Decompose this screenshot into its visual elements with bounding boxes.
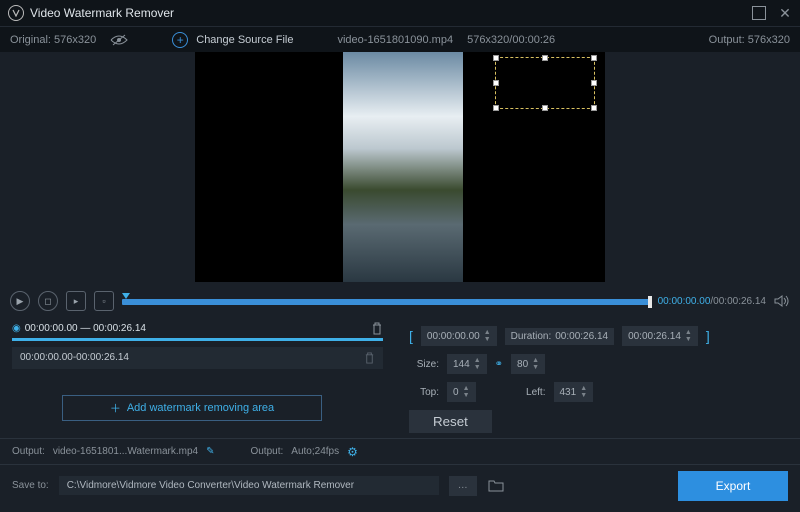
spinner-icon[interactable]: ▲▼ <box>685 329 692 343</box>
settings-gear-icon[interactable]: ⚙ <box>347 445 358 459</box>
browse-path-button[interactable]: … <box>449 476 477 496</box>
stop-button[interactable]: ◻ <box>38 291 58 311</box>
resize-handle[interactable] <box>542 55 548 61</box>
volume-icon[interactable] <box>774 294 790 308</box>
bracket-right-icon[interactable]: ] <box>706 328 710 344</box>
link-aspect-icon[interactable]: ⚭ <box>495 359 503 370</box>
size-label: Size: <box>409 359 439 370</box>
output-file-name: video-1651801...Watermark.mp4 <box>53 446 198 457</box>
segment-item-label: 00:00:00.00-00:00:26.14 <box>20 352 129 364</box>
lower-panel: ◉ 00:00:00.00 — 00:00:26.14 00:00:00.00-… <box>0 316 800 438</box>
app-title: Video Watermark Remover <box>30 6 174 20</box>
output-dim: Output: 576x320 <box>709 34 790 46</box>
playhead-icon[interactable] <box>122 293 130 299</box>
spinner-icon[interactable]: ▲▼ <box>474 357 481 371</box>
change-source-button[interactable]: + Change Source File <box>172 32 293 48</box>
preview-toggle-icon[interactable] <box>110 34 128 46</box>
timeline-end-handle[interactable] <box>648 296 652 308</box>
output-settings-value: Auto;24fps <box>291 446 339 457</box>
original-label: Original: 576x320 <box>10 34 96 46</box>
top-input[interactable]: 0 ▲▼ <box>447 382 476 402</box>
open-folder-icon[interactable] <box>487 477 505 495</box>
source-filename: video-1651801090.mp4 <box>337 34 453 46</box>
resize-handle[interactable] <box>591 80 597 86</box>
step-frame-button[interactable]: ▫ <box>94 291 114 311</box>
height-input[interactable]: 80 ▲▼ <box>511 354 545 374</box>
segment-header: ◉ 00:00:00.00 — 00:00:26.14 <box>12 322 383 335</box>
spinner-icon[interactable]: ▲▼ <box>532 357 539 371</box>
spinner-icon[interactable]: ▲▼ <box>580 385 587 399</box>
left-input[interactable]: 431 ▲▼ <box>554 382 594 402</box>
droplet-icon: ◉ <box>12 323 21 334</box>
resize-handle[interactable] <box>493 80 499 86</box>
add-watermark-area-button[interactable]: ＋ Add watermark removing area <box>62 395 322 421</box>
export-button[interactable]: Export <box>678 471 788 501</box>
close-button[interactable]: ✕ <box>778 6 792 20</box>
reset-button[interactable]: Reset <box>409 410 492 433</box>
app-logo-icon <box>8 5 24 21</box>
timeline-slider[interactable] <box>122 294 650 308</box>
output-settings-label: Output: <box>250 446 283 457</box>
window-controls: ✕ <box>752 6 792 20</box>
resize-handle[interactable] <box>591 105 597 111</box>
resize-handle[interactable] <box>542 105 548 111</box>
source-meta: 576x320/00:00:26 <box>467 34 555 46</box>
output-file-label: Output: <box>12 446 45 457</box>
left-label: Left: <box>516 387 546 398</box>
spinner-icon[interactable]: ▲▼ <box>463 385 470 399</box>
video-canvas[interactable] <box>195 52 605 282</box>
save-to-label: Save to: <box>12 480 49 491</box>
duration-input[interactable]: Duration:00:00:26.14 <box>505 328 614 345</box>
delete-segment-icon[interactable] <box>371 322 383 335</box>
titlebar: Video Watermark Remover ✕ <box>0 0 800 26</box>
resize-handle[interactable] <box>493 105 499 111</box>
watermark-selection-box[interactable] <box>495 57 595 109</box>
save-path-input[interactable]: C:\Vidmore\Vidmore Video Converter\Video… <box>59 476 439 495</box>
segment-item[interactable]: 00:00:00.00-00:00:26.14 <box>12 347 383 369</box>
video-frame <box>343 52 463 282</box>
playback-time: 00:00:00.00/00:00:26.14 <box>658 296 766 307</box>
edit-filename-icon[interactable]: ✎ <box>206 446 214 457</box>
segments-panel: ◉ 00:00:00.00 — 00:00:26.14 00:00:00.00-… <box>0 316 395 438</box>
playback-bar: ▶ ◻ ▸ ▫ 00:00:00.00/00:00:26.14 <box>0 286 800 316</box>
play-button[interactable]: ▶ <box>10 291 30 311</box>
plus-circle-icon: + <box>172 32 188 48</box>
plus-icon: ＋ <box>110 400 121 416</box>
bracket-left-icon[interactable]: [ <box>409 328 413 344</box>
info-bar: Original: 576x320 + Change Source File v… <box>0 26 800 52</box>
start-time-input[interactable]: 00:00:00.00 ▲▼ <box>421 326 497 346</box>
minimize-button[interactable] <box>752 6 766 20</box>
preview-area <box>0 52 800 286</box>
top-label: Top: <box>409 387 439 398</box>
resize-handle[interactable] <box>591 55 597 61</box>
output-row: Output: video-1651801...Watermark.mp4 ✎ … <box>0 438 800 464</box>
end-time-input[interactable]: 00:00:26.14 ▲▼ <box>622 326 698 346</box>
step-forward-button[interactable]: ▸ <box>66 291 86 311</box>
spinner-icon[interactable]: ▲▼ <box>484 329 491 343</box>
width-input[interactable]: 144 ▲▼ <box>447 354 487 374</box>
resize-handle[interactable] <box>493 55 499 61</box>
params-panel: [ 00:00:00.00 ▲▼ Duration:00:00:26.14 00… <box>395 316 800 438</box>
segment-progress <box>12 338 383 341</box>
bottom-bar: Save to: C:\Vidmore\Vidmore Video Conver… <box>0 464 800 506</box>
delete-item-icon[interactable] <box>364 352 375 364</box>
